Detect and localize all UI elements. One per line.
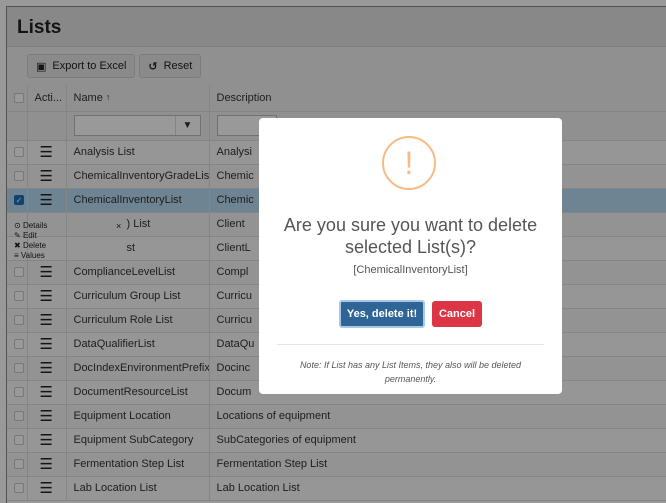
warning-icon: ! xyxy=(382,136,436,190)
dialog-title: Are you sure you want to delete selected… xyxy=(283,215,538,257)
delete-confirm-dialog: ! Are you sure you want to delete select… xyxy=(259,118,562,394)
dialog-item-name: [ChemicalInventoryList] xyxy=(353,264,468,276)
confirm-delete-button[interactable]: Yes, delete it! xyxy=(339,300,425,328)
cancel-button[interactable]: Cancel xyxy=(432,301,482,327)
dialog-footer-note: Note: If List has any List Items, they a… xyxy=(277,344,544,386)
